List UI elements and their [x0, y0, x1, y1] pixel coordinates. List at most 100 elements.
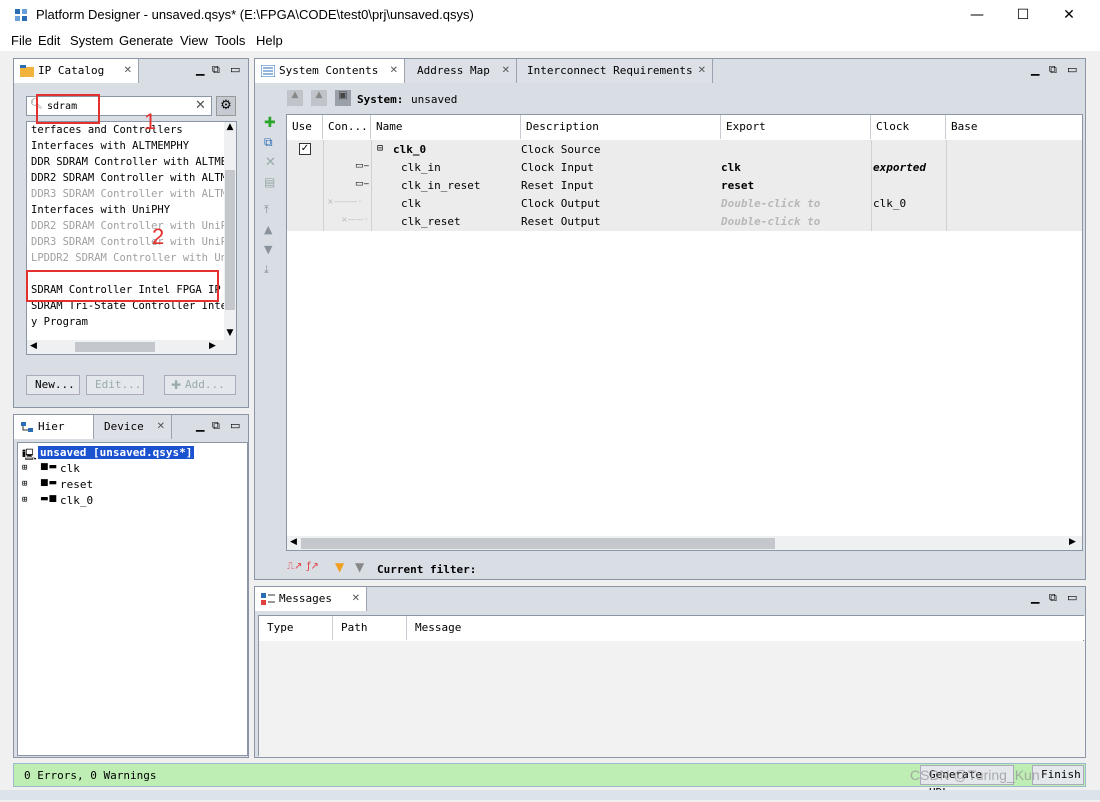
menu-help[interactable]: Help [256, 33, 283, 48]
clear-search-icon[interactable]: ✕ [195, 98, 206, 113]
column-header-message[interactable]: Message [407, 616, 1085, 640]
ip-list-item[interactable]: Interfaces with ALTMEMPHY [31, 140, 189, 152]
close-icon[interactable]: ✕ [157, 415, 165, 439]
edit-parameters-icon[interactable]: ▤ [264, 175, 275, 189]
vertical-scrollbar[interactable]: ▲ ▼ [224, 122, 236, 342]
tree-item-clk-0[interactable]: clk_0 [60, 494, 93, 507]
menu-view[interactable]: View [180, 33, 208, 48]
panel-maximize-icon[interactable]: ▭ [1067, 591, 1077, 604]
ip-list-item[interactable]: terfaces and Controllers [31, 124, 183, 136]
move-to-bottom-icon[interactable]: ⤓ [264, 263, 269, 277]
tab-ip-catalog[interactable]: IP Catalog ✕ [14, 59, 139, 83]
column-header-description[interactable]: Description [521, 115, 721, 139]
tab-messages[interactable]: Messages ✕ [255, 587, 367, 611]
tab-hierarchy[interactable]: Hier [14, 415, 94, 439]
move-to-top-icon[interactable]: ⤒ [264, 203, 269, 217]
edit-button[interactable]: Edit... [86, 375, 144, 395]
move-up-arrow-icon[interactable]: ▲ [264, 223, 272, 236]
settings-gear-icon[interactable]: ⚙ [216, 96, 236, 116]
close-icon[interactable]: ✕ [390, 59, 398, 83]
panel-minimize-icon[interactable]: ▁ [1031, 63, 1039, 76]
column-header-use[interactable]: Use [287, 115, 323, 139]
ip-list-item[interactable]: DDR SDRAM Controller with ALTMEM [31, 156, 233, 168]
column-header-path[interactable]: Path [333, 616, 407, 640]
column-header-type[interactable]: Type [259, 616, 333, 640]
panel-float-icon[interactable]: ⧉ [212, 63, 220, 77]
expand-icon[interactable]: ⊞ [22, 463, 27, 473]
add-component-icon[interactable]: ✚ [264, 115, 276, 131]
ip-list-item[interactable]: y Program [31, 316, 88, 328]
tab-device[interactable]: Device ✕ [94, 415, 172, 439]
move-top-icon[interactable]: ▲ [287, 90, 303, 106]
row-clock[interactable]: clk_0 [873, 197, 906, 210]
column-header-base[interactable]: Base [946, 115, 1082, 139]
move-up-icon[interactable]: ▲ [311, 90, 327, 106]
menu-edit[interactable]: Edit [38, 33, 60, 48]
maximize-button[interactable]: ☐ [1000, 0, 1046, 31]
row-export[interactable]: Double-click to [721, 215, 831, 228]
use-checkbox[interactable]: ✓ [299, 143, 311, 155]
panel-float-icon[interactable]: ⧉ [1049, 63, 1057, 77]
close-icon[interactable]: ✕ [698, 59, 706, 83]
horizontal-scroll-thumb[interactable] [75, 342, 155, 352]
scroll-left-icon[interactable]: ◀ [30, 341, 37, 351]
ip-list-item[interactable]: Interfaces with UniPHY [31, 204, 170, 216]
row-export[interactable]: reset [721, 179, 754, 192]
expand-icon[interactable]: ⊞ [22, 479, 27, 489]
close-icon[interactable]: ✕ [124, 59, 132, 83]
ip-list-item[interactable]: DDR3 SDRAM Controller with UniPH [31, 236, 233, 248]
show-signals-icon[interactable]: ⎍↗ [287, 561, 302, 572]
close-window-button[interactable]: ✕ [1046, 0, 1092, 31]
menu-tools[interactable]: Tools [215, 33, 245, 48]
tree-item-reset[interactable]: reset [60, 478, 93, 491]
scroll-left-icon[interactable]: ◀ [290, 537, 297, 547]
finish-button[interactable]: Finish [1032, 765, 1084, 785]
horizontal-scrollbar[interactable]: ◀ ▶ [27, 340, 236, 354]
tree-item-clk[interactable]: clk [60, 462, 80, 475]
row-name[interactable]: clk_0 [393, 143, 426, 156]
row-export[interactable]: clk [721, 161, 741, 174]
column-header-connections[interactable]: Con... [323, 115, 371, 139]
table-horizontal-scrollbar[interactable]: ◀ ▶ [287, 536, 1082, 550]
scroll-up-icon[interactable]: ▲ [224, 122, 236, 132]
panel-minimize-icon[interactable]: ▁ [1031, 591, 1039, 604]
menu-file[interactable]: File [11, 33, 32, 48]
ip-list-item[interactable]: LPDDR2 SDRAM Controller with Uni [31, 252, 233, 264]
panel-float-icon[interactable]: ⧉ [212, 419, 220, 433]
column-header-name[interactable]: Name [371, 115, 521, 139]
tree-root-selected[interactable]: unsaved [unsaved.qsys*] [38, 446, 195, 459]
minimize-button[interactable]: — [954, 0, 1000, 31]
column-header-export[interactable]: Export [721, 115, 871, 139]
add-interface-icon[interactable]: ⧉ [264, 135, 273, 150]
row-name[interactable]: clk_in [401, 161, 441, 174]
panel-maximize-icon[interactable]: ▭ [1067, 63, 1077, 76]
panel-maximize-icon[interactable]: ▭ [230, 63, 240, 76]
collapse-icon[interactable]: ⊟ [377, 143, 383, 154]
row-name[interactable]: clk_reset [401, 215, 461, 228]
panel-minimize-icon[interactable]: ▁ [196, 63, 204, 76]
tab-interconnect-requirements[interactable]: Interconnect Requirements ✕ [517, 59, 713, 83]
system-module-icon[interactable]: ▣ [335, 90, 351, 106]
remove-icon[interactable]: ✕ [265, 155, 276, 170]
row-export[interactable]: Double-click to [721, 197, 831, 210]
expand-icon[interactable]: ⊞ [22, 495, 27, 505]
row-name[interactable]: clk_in_reset [401, 179, 480, 192]
ip-list-item[interactable]: DDR3 SDRAM Controller with ALTME [31, 188, 233, 200]
menu-system[interactable]: System [70, 33, 113, 48]
panel-minimize-icon[interactable]: ▁ [196, 419, 204, 432]
panel-maximize-icon[interactable]: ▭ [230, 419, 240, 432]
close-icon[interactable]: ✕ [502, 59, 510, 83]
menu-generate[interactable]: Generate [119, 33, 173, 48]
ip-list-item[interactable]: DDR2 SDRAM Controller with UniPH [31, 220, 233, 232]
scroll-right-icon[interactable]: ▶ [209, 341, 216, 351]
tab-system-contents[interactable]: System Contents ✕ [255, 59, 405, 83]
tab-address-map[interactable]: Address Map ✕ [405, 59, 517, 83]
clear-filter-icon[interactable]: ▼ [355, 560, 364, 574]
scroll-down-icon[interactable]: ▼ [224, 328, 236, 338]
filter-icon[interactable]: ▼ [335, 560, 344, 574]
column-header-clock[interactable]: Clock [871, 115, 946, 139]
move-down-arrow-icon[interactable]: ▼ [264, 243, 272, 256]
ip-list-item[interactable]: DDR2 SDRAM Controller with ALTME [31, 172, 233, 184]
new-button[interactable]: New... [26, 375, 80, 395]
table-scroll-thumb[interactable] [301, 538, 775, 549]
